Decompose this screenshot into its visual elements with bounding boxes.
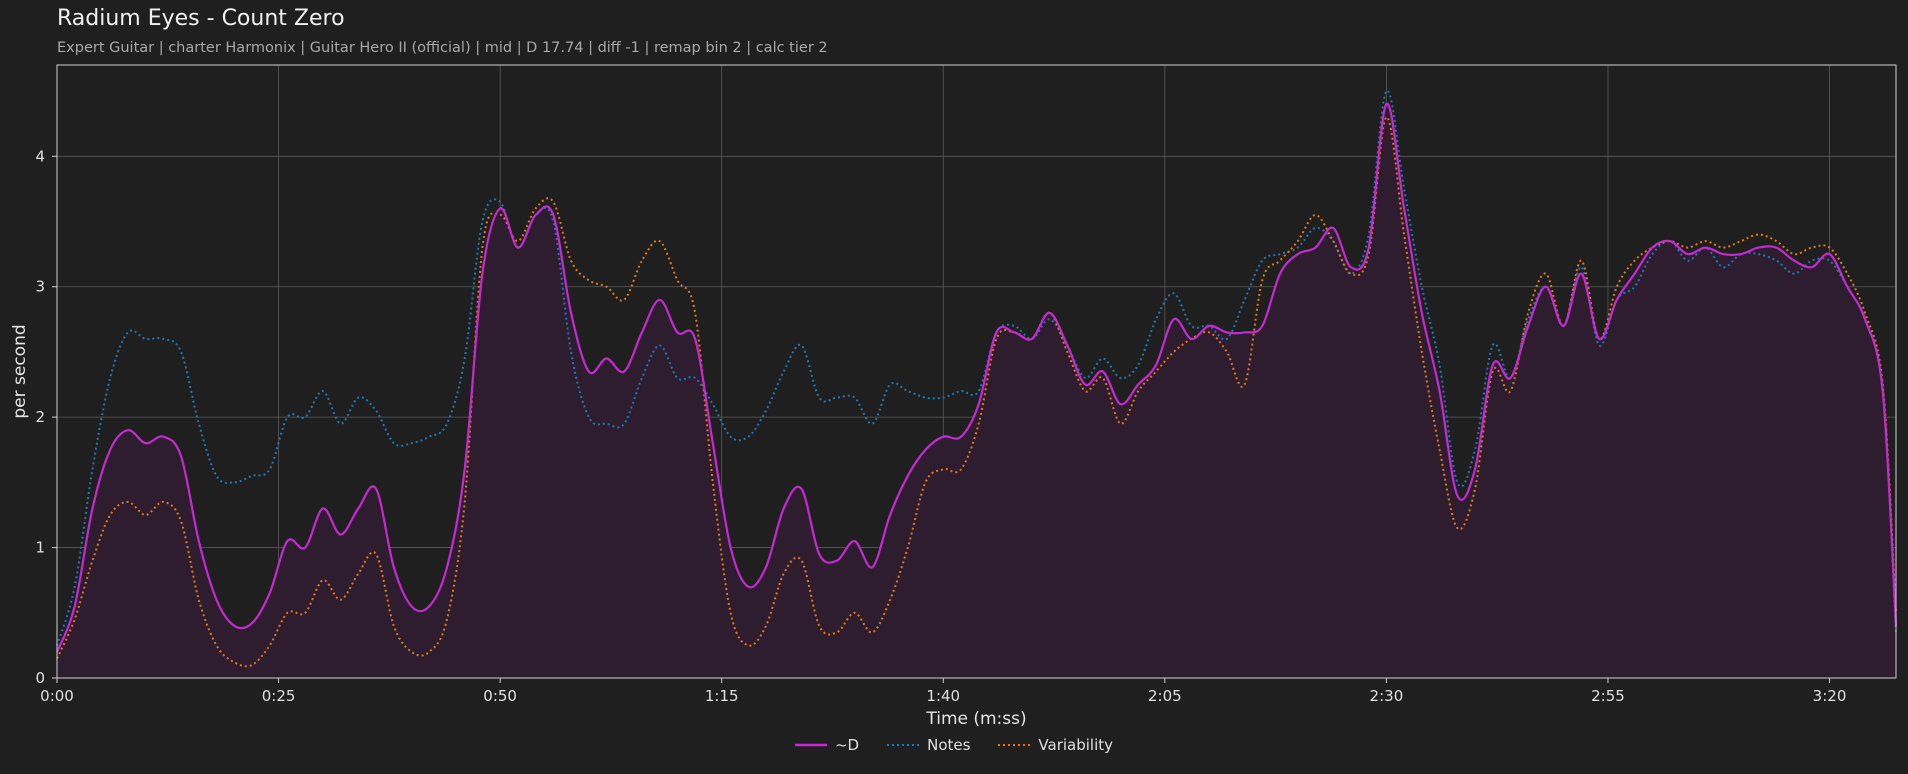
legend-item-notes: Notes <box>887 736 970 754</box>
legend-label-notes: Notes <box>927 736 971 754</box>
y-tick-label: 1 <box>35 539 45 557</box>
area-fill-d <box>57 103 1896 678</box>
y-tick-label: 2 <box>35 408 45 426</box>
legend: ~D Notes Variability <box>0 736 1908 754</box>
line-chart: 0:00 0:25 0:50 1:15 1:40 2:05 2:30 2:55 3:20 0 1 2… <box>10 64 1898 729</box>
x-tick-label: 1:40 <box>926 687 960 705</box>
x-tick-label: 0:50 <box>483 687 517 705</box>
y-tick-label: 0 <box>35 669 45 687</box>
y-axis-label: per second <box>10 324 30 418</box>
area-fill-layer <box>57 103 1896 678</box>
x-tick-label: 2:55 <box>1591 687 1625 705</box>
legend-swatch-notes <box>887 744 920 746</box>
legend-swatch-d <box>794 743 827 747</box>
x-tick-label: 3:20 <box>1813 687 1847 705</box>
x-tick-label: 2:30 <box>1370 687 1404 705</box>
y-tick-label: 3 <box>35 278 45 296</box>
legend-swatch-variability <box>998 744 1031 746</box>
legend-label-variability: Variability <box>1038 736 1114 754</box>
x-tick-label: 1:15 <box>705 687 739 705</box>
y-axis-ticks: 0 1 2 3 4 <box>35 147 57 687</box>
legend-item-variability: Variability <box>998 736 1113 754</box>
x-tick-label: 0:00 <box>40 687 74 705</box>
x-axis-label: Time (m:ss) <box>925 709 1026 729</box>
legend-item-d: ~D <box>794 736 860 754</box>
x-tick-label: 0:25 <box>262 687 296 705</box>
x-tick-label: 2:05 <box>1148 687 1182 705</box>
y-tick-label: 4 <box>35 147 45 165</box>
x-axis-ticks: 0:00 0:25 0:50 1:15 1:40 2:05 2:30 2:55 3:20 <box>40 678 1846 705</box>
legend-label-d: ~D <box>834 736 860 754</box>
